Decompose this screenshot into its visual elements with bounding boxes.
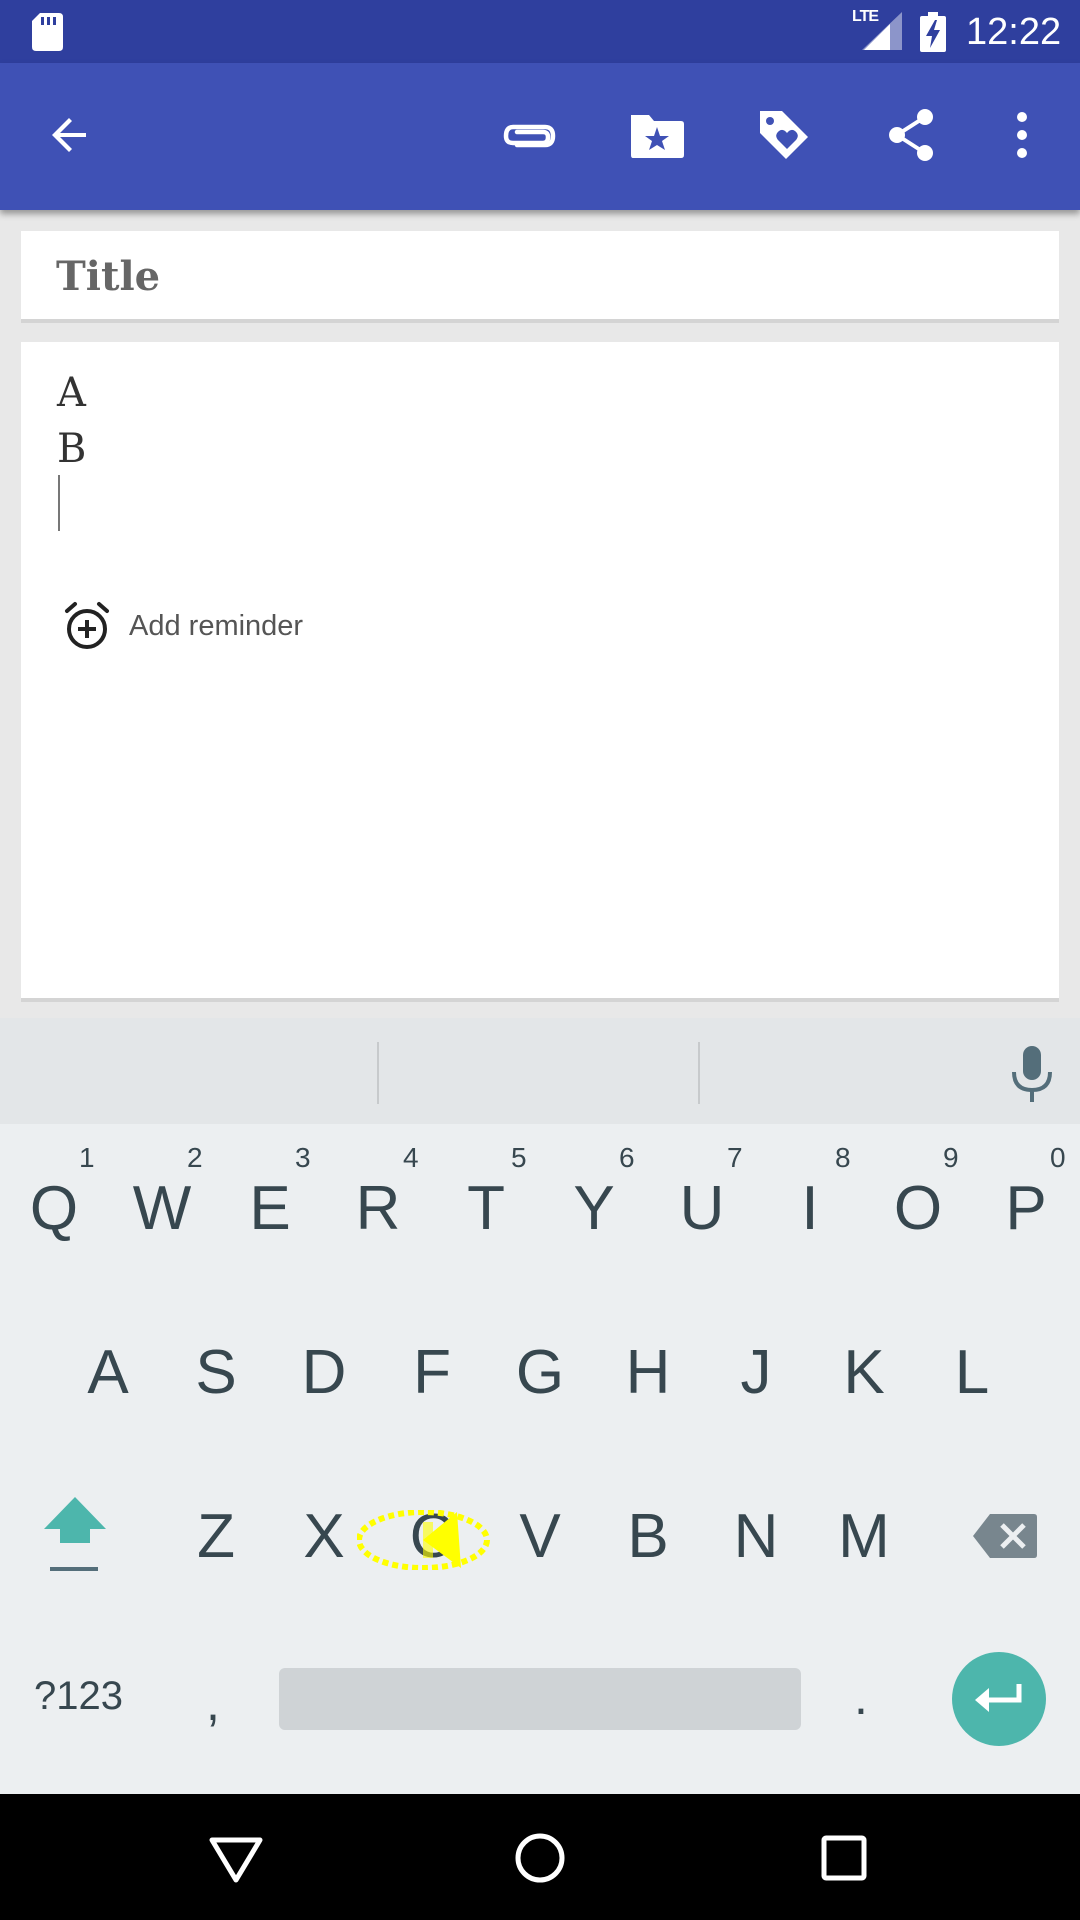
key-hint: 8 — [835, 1142, 851, 1173]
content-line: A — [57, 370, 86, 416]
suggestion-strip — [0, 1018, 1080, 1124]
key-k[interactable]: K — [810, 1312, 918, 1432]
key-hint: 9 — [943, 1142, 959, 1173]
key-hint: 3 — [295, 1142, 311, 1173]
clock: 12:22 — [966, 11, 1062, 53]
key-v[interactable]: V — [486, 1476, 594, 1596]
title-field[interactable]: Title — [56, 251, 160, 303]
back-arrow-icon[interactable] — [38, 103, 102, 167]
key-f[interactable]: F — [378, 1312, 486, 1432]
key-hint: 0 — [1050, 1142, 1066, 1173]
attachment-icon[interactable] — [498, 103, 562, 167]
key-g[interactable]: G — [486, 1312, 594, 1432]
home-nav-icon[interactable] — [510, 1828, 570, 1888]
category-folder-icon[interactable] — [625, 103, 689, 167]
key-hint: 4 — [403, 1142, 419, 1173]
shift-arrow-icon — [44, 1497, 106, 1571]
key-hint: 2 — [187, 1142, 203, 1173]
backspace-key[interactable] — [950, 1476, 1060, 1596]
tag-icon[interactable] — [752, 103, 816, 167]
key-hint: 5 — [511, 1142, 527, 1173]
overflow-menu-icon[interactable] — [990, 103, 1054, 167]
key-hint: 1 — [79, 1142, 95, 1173]
screen: LTE 12:22 Title A B Add reminder Q W E R… — [0, 0, 1080, 1920]
key-j[interactable]: J — [702, 1312, 810, 1432]
note-content-field[interactable]: A B Add reminder — [21, 342, 1059, 1002]
space-key[interactable] — [279, 1668, 801, 1730]
signal-icon — [862, 12, 902, 50]
share-icon[interactable] — [879, 103, 943, 167]
toolbar — [0, 63, 1080, 210]
comma-key[interactable]: , — [206, 1674, 220, 1732]
key-m[interactable]: M — [810, 1476, 918, 1596]
suggestion-divider — [698, 1042, 700, 1104]
symbols-key[interactable]: ?123 — [34, 1674, 123, 1719]
suggestion-divider — [377, 1042, 379, 1104]
key-d[interactable]: D — [270, 1312, 378, 1432]
navigation-bar — [0, 1794, 1080, 1920]
enter-arrow-icon — [975, 1684, 1022, 1712]
add-reminder-button[interactable]: Add reminder — [63, 598, 303, 654]
add-reminder-label: Add reminder — [129, 609, 304, 642]
content-line: B — [57, 426, 87, 472]
sd-card-icon — [32, 13, 63, 51]
battery-charging-icon — [920, 12, 946, 52]
recents-nav-icon[interactable] — [814, 1828, 874, 1888]
tap-indicator — [357, 1510, 490, 1570]
microphone-icon[interactable] — [1006, 1044, 1058, 1104]
key-l[interactable]: L — [918, 1312, 1026, 1432]
text-cursor — [58, 475, 60, 531]
key-h[interactable]: H — [594, 1312, 702, 1432]
period-key[interactable]: . — [854, 1668, 868, 1726]
key-a[interactable]: A — [54, 1312, 162, 1432]
status-bar: LTE 12:22 — [0, 0, 1080, 63]
keyboard: Q W E R T Y U I O P 1 2 3 4 5 6 7 8 9 0 … — [0, 1018, 1080, 1794]
key-hint: 6 — [619, 1142, 635, 1173]
key-hint: 7 — [727, 1142, 743, 1173]
back-nav-icon[interactable] — [206, 1828, 266, 1888]
alarm-add-icon — [65, 602, 109, 649]
enter-key[interactable] — [952, 1652, 1046, 1746]
shift-key[interactable] — [20, 1476, 130, 1596]
key-n[interactable]: N — [702, 1476, 810, 1596]
key-s[interactable]: S — [162, 1312, 270, 1432]
backspace-icon — [973, 1514, 1037, 1558]
key-z[interactable]: Z — [162, 1476, 270, 1596]
title-card: Title — [21, 231, 1059, 323]
key-b[interactable]: B — [594, 1476, 702, 1596]
